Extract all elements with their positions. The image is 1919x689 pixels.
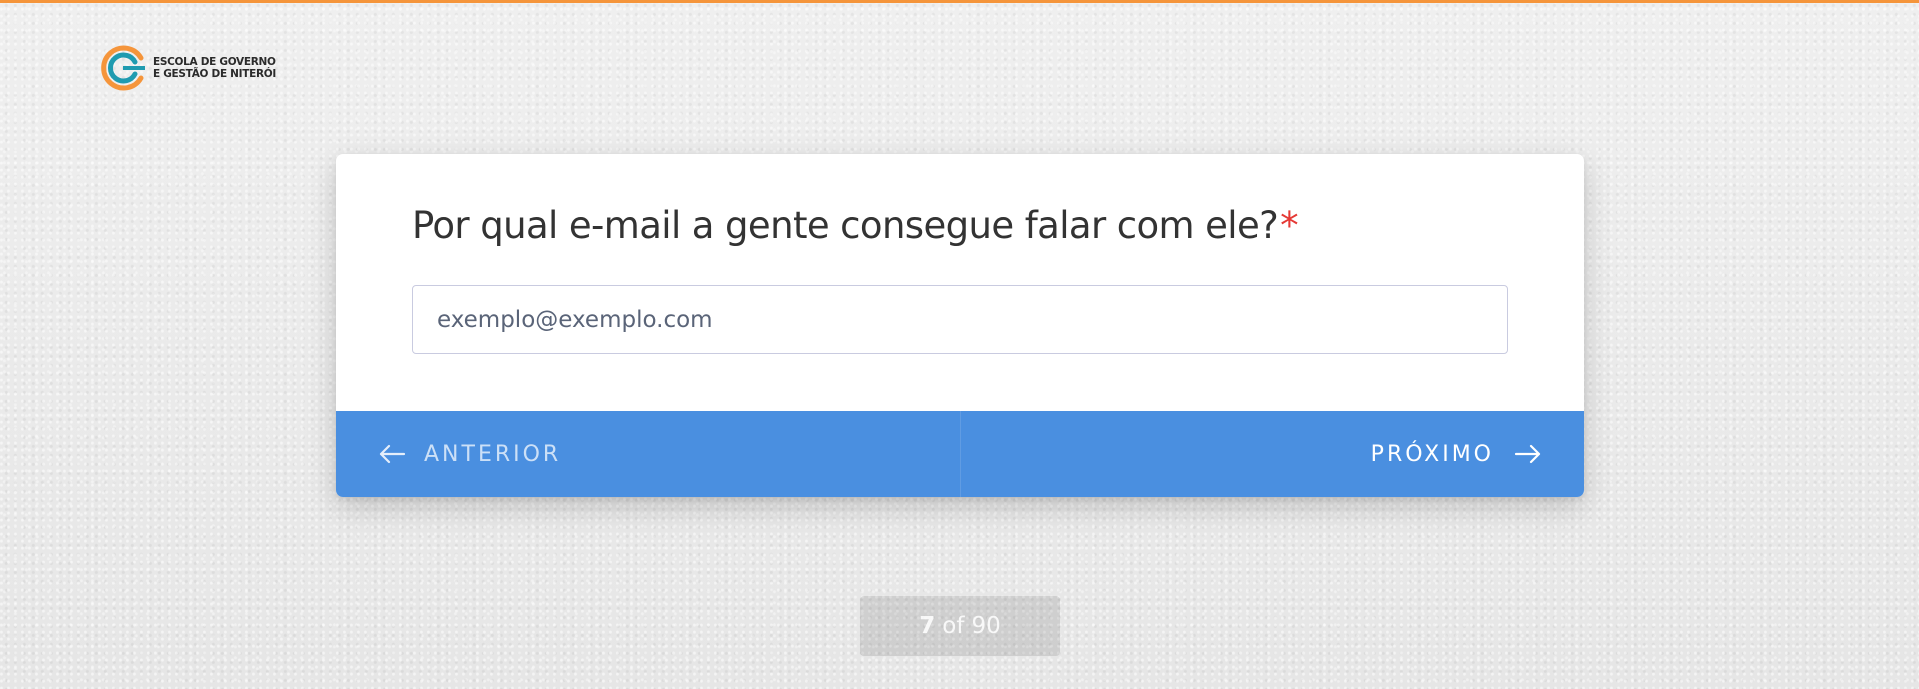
logo-line-1: ESCOLA DE GOVERNO <box>153 56 276 68</box>
question-card: Por qual e-mail a gente consegue falar c… <box>336 154 1584 497</box>
arrow-left-icon <box>378 444 406 464</box>
question-text: Por qual e-mail a gente consegue falar c… <box>412 204 1279 247</box>
previous-button[interactable]: ANTERIOR <box>336 411 961 497</box>
logo-line-2: E GESTÃO DE NITERÓI <box>153 68 277 80</box>
progress-total: 90 <box>971 613 1001 639</box>
question-title: Por qual e-mail a gente consegue falar c… <box>412 202 1299 250</box>
egn-logo-icon <box>101 44 149 92</box>
progress-current: 7 <box>919 613 936 639</box>
next-button[interactable]: PRÓXIMO <box>961 411 1585 497</box>
previous-label: ANTERIOR <box>424 441 562 467</box>
next-label: PRÓXIMO <box>1370 441 1494 467</box>
email-input[interactable] <box>412 285 1508 354</box>
logo-text: ESCOLA DE GOVERNO E GESTÃO DE NITERÓI <box>153 56 276 80</box>
progress-indicator: 7 of 90 <box>860 596 1060 656</box>
arrow-right-icon <box>1514 444 1542 464</box>
top-accent-bar <box>0 0 1919 3</box>
navigation-bar: ANTERIOR PRÓXIMO <box>336 411 1584 497</box>
logo[interactable]: ESCOLA DE GOVERNO E GESTÃO DE NITERÓI <box>101 44 276 92</box>
progress-separator: of <box>942 613 965 639</box>
required-marker: * <box>1280 204 1299 247</box>
